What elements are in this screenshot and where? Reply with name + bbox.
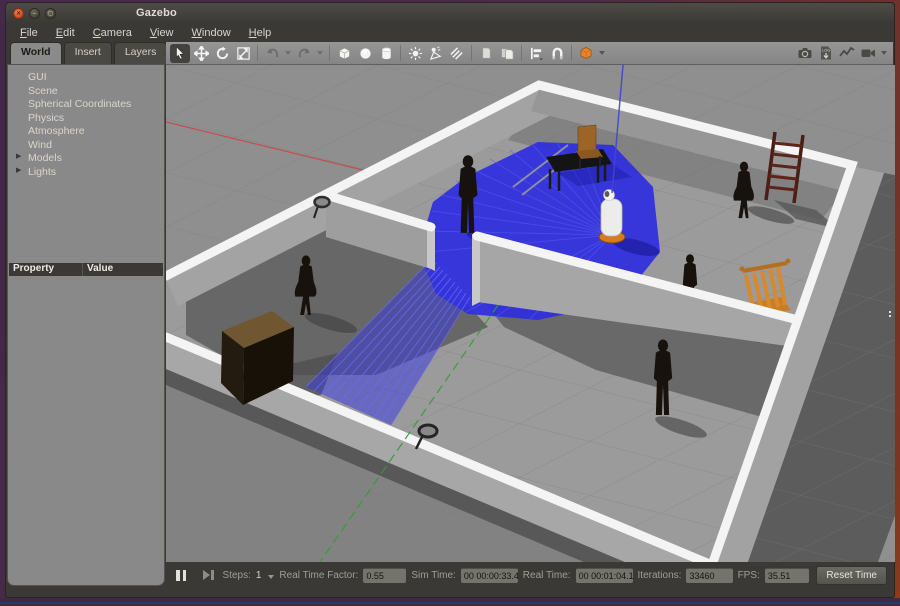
pause-button[interactable] — [172, 570, 190, 581]
align-icon[interactable] — [526, 44, 546, 63]
menu-view[interactable]: View — [142, 25, 182, 41]
window-footer — [6, 586, 894, 597]
insert-cylinder-icon[interactable] — [376, 44, 396, 63]
steps-label: Steps: — [223, 570, 251, 581]
redo-dropdown-icon[interactable] — [315, 44, 325, 63]
step-button[interactable] — [199, 570, 218, 580]
maximize-button[interactable]: ◻ — [45, 8, 56, 19]
menu-help[interactable]: Help — [241, 25, 280, 41]
real-time-field[interactable]: 00 00:01:04.172 — [576, 568, 633, 583]
viewport-3d-scene[interactable] — [166, 65, 895, 562]
simulation-statusbar: Steps: 1 Real Time Factor: 0.55 Sim Time… — [166, 562, 893, 588]
window-title: Gazebo — [136, 7, 177, 19]
world-tree: GUI Scene Spherical Coordinates Physics … — [8, 65, 164, 179]
tree-item-scene[interactable]: Scene — [16, 85, 164, 99]
sim-time-label: Sim Time: — [411, 570, 455, 581]
tree-item-label: Models — [28, 152, 62, 164]
copy-icon[interactable] — [476, 44, 496, 63]
scale-icon[interactable] — [233, 44, 253, 63]
plot-window-icon[interactable] — [837, 44, 857, 63]
property-table-header: Property Value — [9, 263, 163, 276]
select-arrow-icon[interactable] — [170, 44, 190, 63]
desktop-edge-line — [0, 602, 900, 604]
data-logger-icon[interactable]: LOG — [816, 44, 836, 63]
menu-edit[interactable]: Edit — [48, 25, 83, 41]
tree-item-wind[interactable]: Wind — [16, 139, 164, 153]
expander-icon[interactable]: ▶ — [16, 166, 21, 174]
panel-tabbar: World Insert Layers — [7, 42, 165, 64]
tree-item-models[interactable]: ▶ Models — [16, 152, 164, 166]
undo-icon[interactable] — [262, 44, 282, 63]
steps-value[interactable]: 1 — [256, 570, 262, 581]
left-panel: World Insert Layers GUI Scene Spherical … — [7, 42, 165, 586]
paste-icon[interactable] — [497, 44, 517, 63]
iterations-label: Iterations: — [638, 570, 682, 581]
titlebar[interactable]: ✕ – ◻ Gazebo — [6, 3, 894, 23]
insert-sphere-icon[interactable] — [355, 44, 375, 63]
value-column-header[interactable]: Value — [83, 263, 113, 276]
minimize-button[interactable]: – — [29, 8, 40, 19]
world-tree-panel: GUI Scene Spherical Coordinates Physics … — [7, 64, 165, 586]
tree-item-gui[interactable]: GUI — [16, 71, 164, 85]
close-button[interactable]: ✕ — [13, 8, 24, 19]
steps-dropdown-icon[interactable] — [268, 575, 274, 579]
directional-light-icon[interactable] — [447, 44, 467, 63]
real-time-label: Real Time: — [523, 570, 571, 581]
video-dropdown-icon[interactable] — [879, 44, 889, 63]
desktop-bottom-strip — [0, 598, 900, 606]
video-record-icon[interactable] — [858, 44, 878, 63]
view-angle-dropdown-icon[interactable] — [597, 44, 607, 63]
fps-label: FPS: — [738, 570, 760, 581]
view-angle-cube-icon[interactable] — [576, 44, 596, 63]
viewport-toolbar: LOG — [166, 42, 893, 65]
snap-icon[interactable] — [547, 44, 567, 63]
translate-icon[interactable] — [191, 44, 211, 63]
undo-dropdown-icon[interactable] — [283, 44, 293, 63]
rtf-label: Real Time Factor: — [279, 570, 358, 581]
sim-time-field[interactable]: 00 00:00:33.460 — [461, 568, 518, 583]
tab-layers[interactable]: Layers — [114, 42, 168, 64]
reset-time-button[interactable]: Reset Time — [816, 566, 887, 585]
redo-icon[interactable] — [294, 44, 314, 63]
rtf-field[interactable]: 0.55 — [363, 568, 406, 583]
point-light-icon[interactable] — [405, 44, 425, 63]
iterations-field[interactable]: 33460 — [686, 568, 732, 583]
property-column-header[interactable]: Property — [9, 263, 83, 276]
tree-item-spherical-coordinates[interactable]: Spherical Coordinates — [16, 98, 164, 112]
tree-item-physics[interactable]: Physics — [16, 112, 164, 126]
rotate-icon[interactable] — [212, 44, 232, 63]
expander-icon[interactable]: ▶ — [16, 152, 21, 160]
menu-window[interactable]: Window — [184, 25, 239, 41]
tree-item-atmosphere[interactable]: Atmosphere — [16, 125, 164, 139]
tab-world[interactable]: World — [10, 42, 62, 64]
tab-insert[interactable]: Insert — [64, 42, 112, 64]
menubar: File Edit Camera View Window Help — [6, 23, 894, 42]
screenshot-camera-icon[interactable] — [795, 44, 815, 63]
fps-field[interactable]: 35.51 — [765, 568, 810, 583]
log-icon-text: LOG — [822, 48, 830, 53]
tree-item-label: Lights — [28, 166, 56, 178]
menu-camera[interactable]: Camera — [85, 25, 140, 41]
insert-box-icon[interactable] — [334, 44, 354, 63]
gazebo-window: ✕ – ◻ Gazebo File Edit Camera View Windo… — [5, 2, 895, 598]
tree-item-lights[interactable]: ▶ Lights — [16, 166, 164, 180]
menu-file[interactable]: File — [12, 25, 46, 41]
spot-light-icon[interactable] — [426, 44, 446, 63]
